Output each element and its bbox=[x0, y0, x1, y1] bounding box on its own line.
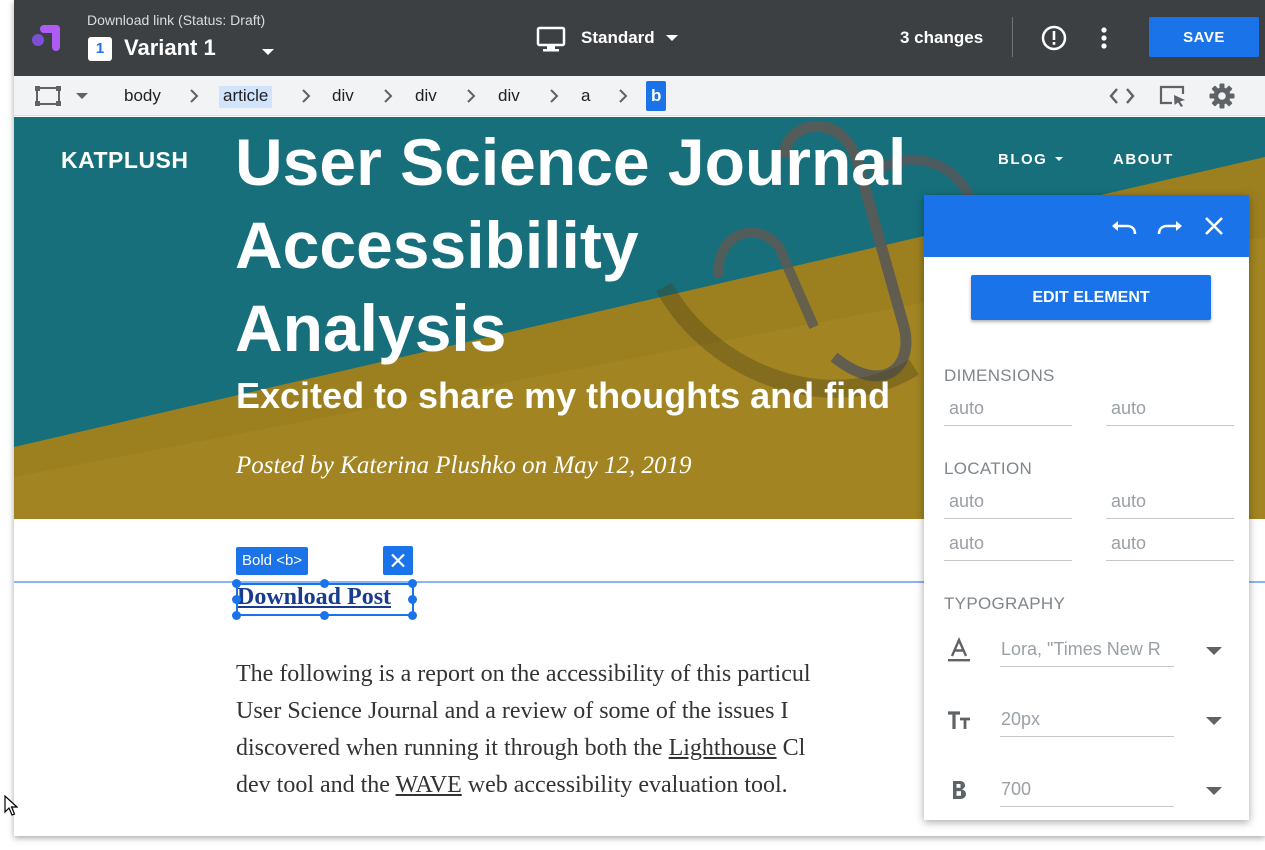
resize-handle[interactable] bbox=[408, 611, 417, 620]
caret-down-icon[interactable] bbox=[1204, 715, 1224, 727]
edit-element-panel: EDIT ELEMENT DIMENSIONS auto auto LOCATI… bbox=[924, 195, 1249, 820]
font-size-icon bbox=[948, 711, 970, 729]
site-logo[interactable]: KATPLUSH bbox=[61, 147, 189, 174]
page-title-line: Analysis bbox=[235, 291, 507, 365]
monitor-icon[interactable] bbox=[536, 25, 566, 53]
chevron-right-icon bbox=[302, 89, 311, 103]
page-title: User Science Journal Accessibility Analy… bbox=[235, 121, 995, 370]
bottom-field[interactable]: auto bbox=[944, 529, 1072, 561]
chevron-right-icon bbox=[190, 89, 199, 103]
breadcrumb-div[interactable]: div bbox=[415, 86, 437, 108]
text-run: web accessibility evaluation tool. bbox=[461, 772, 788, 798]
close-icon[interactable] bbox=[383, 546, 413, 575]
panel-header bbox=[924, 195, 1249, 257]
optimize-editor: Download link (Status: Draft) 1 Variant … bbox=[14, 0, 1265, 836]
breadcrumb-div[interactable]: div bbox=[498, 86, 520, 108]
top-field[interactable]: auto bbox=[944, 487, 1072, 519]
text-run: Cl bbox=[776, 735, 806, 761]
selected-element-tag[interactable]: Bold <b> bbox=[236, 547, 309, 575]
select-frame-icon[interactable] bbox=[34, 85, 94, 107]
breadcrumb-b-active[interactable]: b bbox=[646, 81, 667, 111]
device-selector[interactable]: Standard bbox=[581, 28, 655, 48]
changes-count[interactable]: 3 changes bbox=[900, 28, 983, 48]
right-field[interactable]: auto bbox=[1106, 487, 1234, 519]
bold-icon bbox=[953, 781, 966, 799]
page-title-line: User Science Journal bbox=[235, 125, 907, 199]
resize-handle[interactable] bbox=[320, 579, 329, 588]
location-label: LOCATION bbox=[944, 459, 1033, 478]
close-icon[interactable] bbox=[1202, 214, 1226, 238]
resize-handle[interactable] bbox=[232, 611, 241, 620]
paragraph-line: discovered when running it through both … bbox=[236, 730, 956, 767]
chevron-right-icon bbox=[550, 89, 559, 103]
resize-handle[interactable] bbox=[320, 611, 329, 620]
lighthouse-link[interactable]: Lighthouse bbox=[669, 735, 777, 761]
deselect-button[interactable] bbox=[383, 546, 413, 575]
redo-icon[interactable] bbox=[1156, 215, 1184, 237]
edit-element-button[interactable]: EDIT ELEMENT bbox=[971, 275, 1211, 320]
height-field[interactable]: auto bbox=[1106, 394, 1234, 426]
text-run: discovered when running it through both … bbox=[236, 735, 669, 761]
width-field[interactable]: auto bbox=[944, 394, 1072, 426]
left-field[interactable]: auto bbox=[1106, 529, 1234, 561]
text-run: dev tool and the bbox=[236, 772, 396, 798]
gear-icon[interactable] bbox=[1208, 82, 1236, 110]
font-family-field[interactable]: Lora, "Times New R bbox=[1000, 634, 1174, 667]
paragraph-line: User Science Journal and a review of som… bbox=[236, 698, 789, 724]
article-paragraph: The following is a report on the accessi… bbox=[236, 656, 956, 804]
font-weight-field[interactable]: 700 bbox=[1000, 774, 1174, 807]
page-subtitle: Excited to share my thoughts and find bbox=[236, 375, 891, 416]
experiment-status: Download link (Status: Draft) bbox=[87, 12, 266, 28]
element-breadcrumb-bar: body article div div div a b bbox=[14, 76, 1265, 116]
save-button[interactable]: SAVE bbox=[1149, 17, 1259, 57]
breadcrumb-article[interactable]: article bbox=[219, 86, 273, 108]
caret-down-icon[interactable] bbox=[1204, 785, 1224, 797]
resize-handle[interactable] bbox=[408, 595, 417, 604]
dimensions-label: DIMENSIONS bbox=[944, 366, 1055, 385]
code-icon[interactable] bbox=[1108, 85, 1136, 107]
editor-topbar: Download link (Status: Draft) 1 Variant … bbox=[14, 0, 1265, 76]
nav-blog[interactable]: BLOG bbox=[998, 151, 1047, 168]
chevron-right-icon bbox=[384, 89, 393, 103]
resize-handle[interactable] bbox=[232, 579, 241, 588]
caret-down-icon[interactable] bbox=[1054, 155, 1064, 163]
more-vert-icon[interactable] bbox=[1094, 24, 1114, 52]
mouse-cursor-icon bbox=[4, 795, 18, 816]
breadcrumb-body[interactable]: body bbox=[124, 86, 161, 108]
resize-handle[interactable] bbox=[408, 579, 417, 588]
alert-circle-icon[interactable] bbox=[1040, 24, 1068, 52]
divider bbox=[1012, 17, 1013, 57]
post-meta: Posted by Katerina Plushko on May 12, 20… bbox=[236, 452, 692, 479]
variant-number-badge: 1 bbox=[88, 37, 112, 61]
page-title-line: Accessibility bbox=[235, 208, 639, 282]
paragraph-line: dev tool and the WAVE web accessibility … bbox=[236, 767, 956, 804]
breadcrumb-a[interactable]: a bbox=[581, 86, 590, 108]
paragraph-line: The following is a report on the accessi… bbox=[236, 661, 811, 687]
inspect-icon[interactable] bbox=[1158, 83, 1188, 109]
wave-link[interactable]: WAVE bbox=[396, 772, 462, 798]
font-family-icon bbox=[948, 637, 970, 662]
breadcrumb-div[interactable]: div bbox=[332, 86, 354, 108]
caret-down-icon[interactable] bbox=[258, 46, 278, 58]
nav-about[interactable]: ABOUT bbox=[1113, 151, 1174, 168]
chevron-right-icon bbox=[467, 89, 476, 103]
undo-icon[interactable] bbox=[1110, 215, 1138, 237]
caret-down-icon[interactable] bbox=[1204, 645, 1224, 657]
variant-name[interactable]: Variant 1 bbox=[124, 35, 216, 61]
font-size-field[interactable]: 20px bbox=[1000, 704, 1174, 737]
caret-down-icon[interactable] bbox=[663, 32, 681, 44]
chevron-right-icon bbox=[619, 89, 628, 103]
typography-label: TYPOGRAPHY bbox=[944, 594, 1066, 613]
resize-handle[interactable] bbox=[232, 595, 241, 604]
optimize-logo-icon bbox=[32, 25, 60, 51]
